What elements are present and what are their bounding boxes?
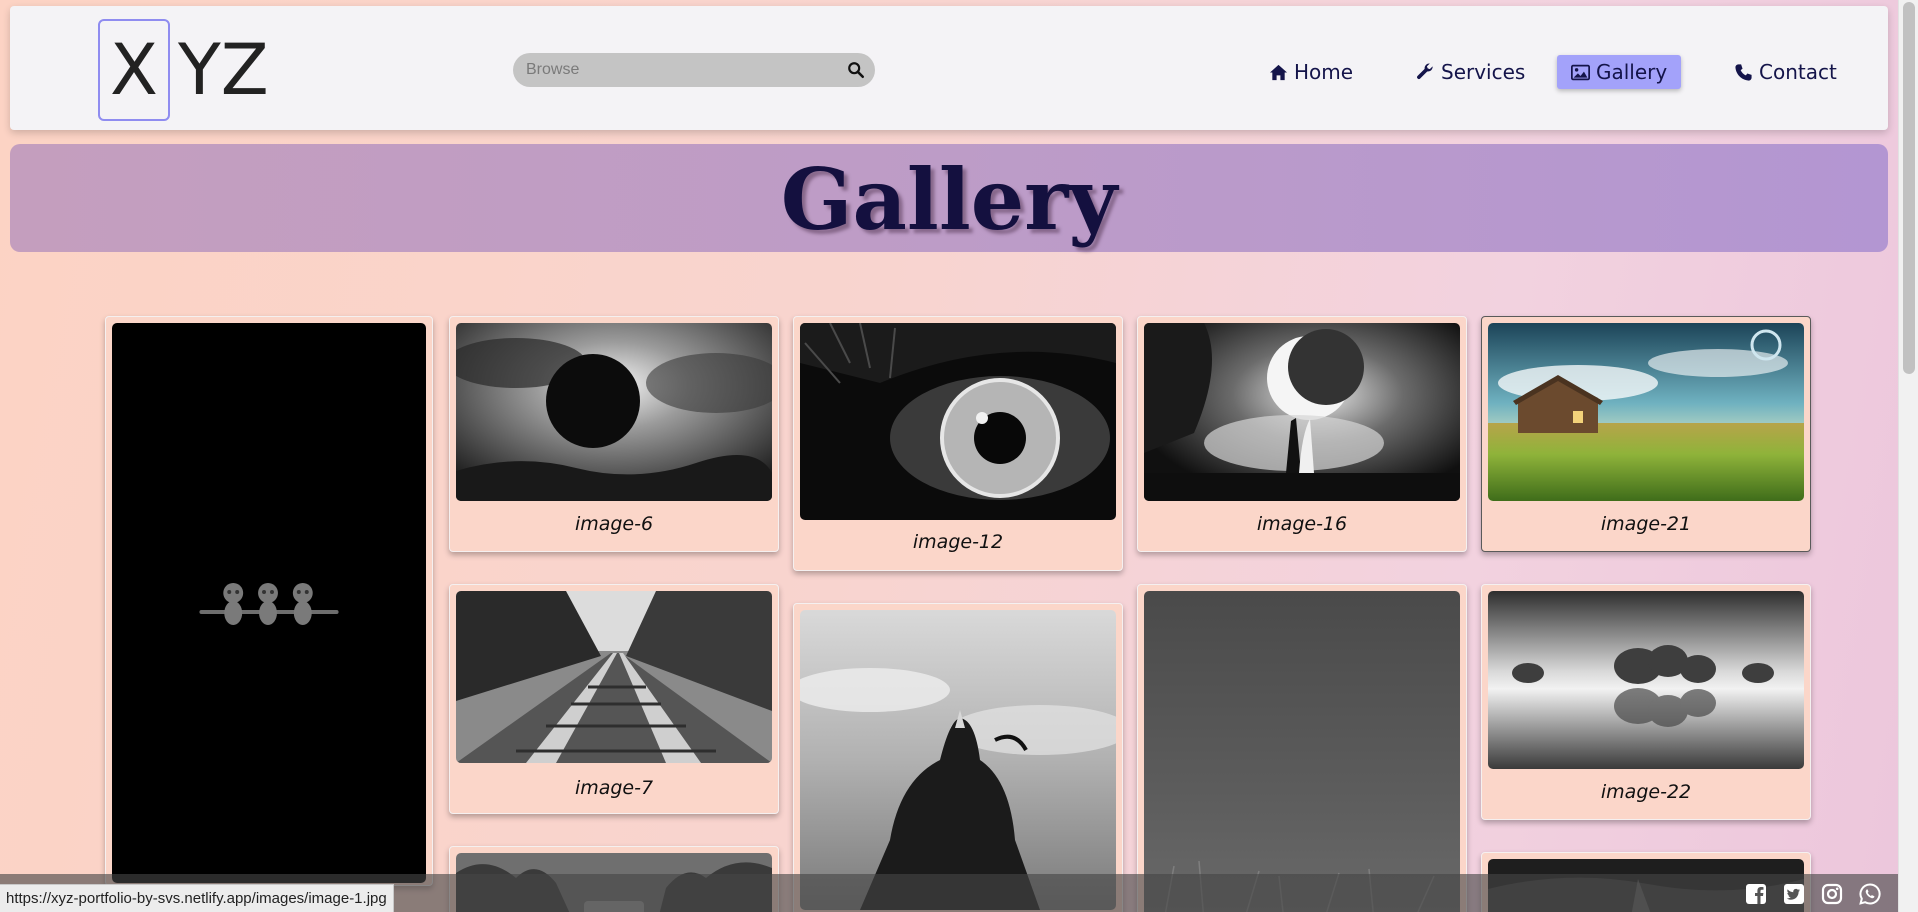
gallery-caption-image-16: image-16 (1256, 513, 1348, 535)
status-url: https://xyz-portfolio-by-svs.netlify.app… (0, 884, 394, 912)
gallery-caption-image-21: image-21 (1600, 513, 1692, 535)
gallery-card-image-6[interactable]: image-6 (449, 316, 779, 552)
gallery-image-1[interactable] (112, 323, 426, 883)
gallery-card-image-21[interactable]: image-21 (1481, 316, 1811, 552)
facebook-icon[interactable] (1744, 882, 1768, 906)
gallery-image-7[interactable] (456, 591, 772, 763)
nav-contact-label: Contact (1759, 60, 1837, 84)
nav-item-contact[interactable]: Contact (1722, 55, 1849, 89)
gallery-image-22[interactable] (1488, 591, 1804, 769)
nav-gallery-label: Gallery (1596, 60, 1668, 84)
gallery-image-6[interactable] (456, 323, 772, 501)
page: X YZ Home Services Gallery (0, 0, 1898, 912)
gallery-image-17[interactable] (1144, 591, 1460, 912)
twitter-icon[interactable] (1782, 882, 1806, 906)
gallery-image-16[interactable] (1144, 323, 1460, 501)
search-icon[interactable] (847, 61, 865, 79)
search-input[interactable] (513, 53, 823, 87)
search-bar (513, 53, 875, 87)
nav-services-label: Services (1441, 60, 1526, 84)
wrench-icon (1417, 62, 1433, 79)
gallery-caption-image-22: image-22 (1600, 781, 1692, 803)
nav-item-home[interactable]: Home (1257, 55, 1365, 89)
nav-item-services[interactable]: Services (1404, 55, 1537, 89)
phone-icon (1735, 63, 1752, 81)
page-scrollbar[interactable] (1898, 0, 1918, 912)
gallery-caption-image-6: image-6 (574, 513, 654, 535)
image-icon (1571, 64, 1590, 80)
gallery-card-image-22[interactable]: image-22 (1481, 584, 1811, 820)
page-title: Gallery (780, 150, 1118, 249)
gallery-card-image-13[interactable] (793, 603, 1123, 912)
gallery-image-12[interactable] (800, 323, 1116, 520)
page-banner: Gallery (10, 144, 1888, 252)
logo-yz-text: YZ (178, 29, 269, 111)
logo-x-box: X (98, 19, 170, 121)
gallery-card-image-16[interactable]: image-16 (1137, 316, 1467, 552)
scrollbar-thumb[interactable] (1903, 2, 1915, 374)
gallery-card-image-1[interactable] (105, 316, 433, 886)
header: X YZ Home Services Gallery (10, 6, 1888, 130)
gallery-image-13[interactable] (800, 610, 1116, 910)
logo[interactable]: X YZ (98, 18, 269, 122)
gallery-card-image-7[interactable]: image-7 (449, 584, 779, 814)
gallery-card-image-17[interactable] (1137, 584, 1467, 912)
nav-home-label: Home (1294, 60, 1354, 84)
gallery-card-image-12[interactable]: image-12 (793, 316, 1123, 571)
gallery-image-21[interactable] (1488, 323, 1804, 501)
instagram-icon[interactable] (1820, 882, 1844, 906)
gallery-caption-image-12: image-12 (912, 531, 1004, 553)
home-icon (1269, 64, 1288, 80)
nav-item-gallery[interactable]: Gallery (1557, 55, 1682, 89)
gallery-caption-image-7: image-7 (574, 777, 654, 799)
whatsapp-icon[interactable] (1858, 882, 1882, 906)
